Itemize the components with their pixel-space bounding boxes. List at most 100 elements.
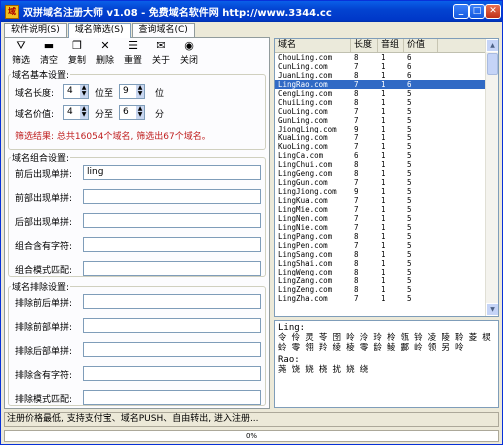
exclude-field-input[interactable] xyxy=(83,366,261,381)
exclude-field-input[interactable] xyxy=(83,342,261,357)
toolbar-button-2[interactable]: ❐ 复制 xyxy=(65,40,89,67)
table-cell: 1 xyxy=(381,106,386,116)
table-row[interactable]: ChouLing.com 8 1 6 xyxy=(275,53,498,62)
table-cell: 1 xyxy=(381,142,386,152)
table-row[interactable]: CengLing.com 8 1 5 xyxy=(275,89,498,98)
exclude-field-input[interactable] xyxy=(83,318,261,333)
table-cell: 6 xyxy=(407,70,412,80)
table-cell: 5 xyxy=(407,294,412,304)
table-cell: 7 xyxy=(354,61,359,71)
table-cell: 7 xyxy=(354,196,359,205)
table-cell: 6 xyxy=(354,151,359,161)
status-text[interactable]: 注册价格最低, 支持支付宝、域名PUSH、自由转出, 进入注册... xyxy=(7,414,259,424)
table-cell: 5 xyxy=(407,258,412,268)
table-cell: 8 xyxy=(354,258,359,268)
table-row[interactable]: LingWeng.com 8 1 5 xyxy=(275,268,498,277)
table-cell: 5 xyxy=(407,285,412,295)
table-cell: LingGeng.com xyxy=(278,169,333,179)
table-cell: 8 xyxy=(354,88,359,98)
tab-filter[interactable]: 域名筛选(S) xyxy=(67,23,131,38)
title-bar[interactable]: 域 双拼域名注册大师 v1.08 - 免费域名软件网 http://www.33… xyxy=(1,1,502,22)
column-header-value[interactable]: 价值 xyxy=(404,39,438,52)
table-row[interactable]: LingChui.com 8 1 5 xyxy=(275,160,498,169)
table-row[interactable]: LingMie.com 7 1 5 xyxy=(275,205,498,214)
scroll-down-arrow-icon[interactable]: ▼ xyxy=(486,303,498,316)
table-cell: CengLing.com xyxy=(278,88,333,98)
table-row[interactable]: CunLing.com 7 1 6 xyxy=(275,62,498,71)
column-header-domain[interactable]: 域名 xyxy=(275,39,351,52)
combo-field-label: 组合模式匹配: xyxy=(15,266,73,276)
column-header-length[interactable]: 长度 xyxy=(351,39,378,52)
tab-query[interactable]: 查询域名(C) xyxy=(131,23,195,37)
table-row[interactable]: LingShai.com 8 1 5 xyxy=(275,259,498,268)
table-cell: 1 xyxy=(381,124,386,134)
table-row[interactable]: KuaLing.com 7 1 5 xyxy=(275,133,498,142)
combo-field-label: 前后出现单拼: xyxy=(15,170,73,180)
domain-list-scrollbar[interactable]: ▲ ▼ xyxy=(485,39,498,316)
combo-field-input[interactable]: ling xyxy=(83,165,261,180)
reset-icon: ☰ xyxy=(128,39,138,52)
table-row[interactable]: LingNen.com 7 1 5 xyxy=(275,214,498,223)
column-header-group[interactable]: 音组 xyxy=(378,39,404,52)
domain-list[interactable]: 域名 长度 音组 价值 ChouLing.com 8 1 6 CunLing.com 7 1… xyxy=(274,38,499,317)
table-row[interactable]: KuoLing.com 7 1 5 xyxy=(275,142,498,151)
combo-field-input[interactable] xyxy=(83,213,261,228)
table-cell: 7 xyxy=(354,240,359,250)
length-unit: 位 xyxy=(155,89,165,99)
table-row[interactable]: LingZeng.com 8 1 5 xyxy=(275,285,498,294)
pinyin-info-box[interactable]: Ling: 令 伶 灵 苓 囹 呤 泠 玲 柃 瓴 铃 凌 陵 聆 菱 棂 蛉 … xyxy=(274,320,499,408)
table-row[interactable]: LingZang.com 8 1 5 xyxy=(275,276,498,285)
table-row[interactable]: LingZha.com 7 1 5 xyxy=(275,294,498,303)
exclude-field-input[interactable] xyxy=(83,390,261,405)
table-row[interactable]: LingGeng.com 8 1 5 xyxy=(275,169,498,178)
length-to-label: 位至 xyxy=(95,89,114,99)
table-row[interactable]: LingRao.com 7 1 6 xyxy=(275,79,498,89)
combo-field-input[interactable] xyxy=(83,189,261,204)
status-bar[interactable]: 注册价格最低, 支持支付宝、域名PUSH、自由转出, 进入注册... xyxy=(4,412,499,427)
table-row[interactable]: LingCa.com 6 1 5 xyxy=(275,151,498,160)
table-cell: LingNen.com xyxy=(278,213,328,223)
maximize-button[interactable]: □ xyxy=(469,4,485,19)
minimize-button[interactable]: _ xyxy=(453,4,469,19)
length-to-spinner[interactable]: 9 ▲ ▼ xyxy=(119,84,145,99)
table-cell: 1 xyxy=(381,267,386,277)
scroll-up-arrow-icon[interactable]: ▲ xyxy=(486,39,498,52)
table-cell: 8 xyxy=(354,267,359,277)
toolbar-button-5[interactable]: ✉ 关于 xyxy=(149,40,173,67)
table-cell: 8 xyxy=(354,53,359,62)
table-row[interactable]: LingNie.com 7 1 5 xyxy=(275,223,498,232)
table-cell: 8 xyxy=(354,276,359,286)
app-icon: 域 xyxy=(5,4,19,19)
table-cell: LingChui.com xyxy=(278,160,333,170)
table-cell: 5 xyxy=(407,124,412,134)
table-row[interactable]: LingPen.com 7 1 5 xyxy=(275,241,498,250)
table-row[interactable]: ChuiLing.com 8 1 5 xyxy=(275,98,498,107)
table-row[interactable]: CuoLing.com 7 1 5 xyxy=(275,107,498,116)
toolbar-button-0[interactable]: ⛛ 筛选 xyxy=(9,40,33,67)
toolbar-button-3[interactable]: ✕ 删除 xyxy=(93,39,117,67)
tab-help[interactable]: 软件说明(S) xyxy=(4,23,67,37)
price-to-spinner[interactable]: 6 ▲ ▼ xyxy=(119,105,145,120)
price-from-spinner[interactable]: 4 ▲ ▼ xyxy=(63,105,89,120)
table-row[interactable]: JiongLing.com 9 1 5 xyxy=(275,125,498,134)
table-row[interactable]: LingKua.com 7 1 5 xyxy=(275,196,498,205)
scroll-thumb[interactable] xyxy=(487,53,498,75)
table-row[interactable]: JuanLing.com 8 1 6 xyxy=(275,71,498,80)
toolbar-button-1[interactable]: ▬ 清空 xyxy=(37,40,61,67)
table-row[interactable]: LingSang.com 8 1 5 xyxy=(275,250,498,259)
combo-field-label: 前部出现单拼: xyxy=(15,194,73,204)
combo-field-input[interactable] xyxy=(83,237,261,252)
table-row[interactable]: LingJiong.com 9 1 5 xyxy=(275,187,498,196)
window-title: 双拼域名注册大师 v1.08 - 免费域名软件网 http://www.3344… xyxy=(23,8,332,19)
combo-field-input[interactable] xyxy=(83,261,261,276)
toolbar-button-4[interactable]: ☰ 重置 xyxy=(121,39,145,67)
close-window-button[interactable]: ✕ xyxy=(485,4,501,19)
table-row[interactable]: GunLing.com 7 1 5 xyxy=(275,116,498,125)
table-row[interactable]: LingGun.com 7 1 5 xyxy=(275,178,498,187)
table-row[interactable]: LingPang.com 8 1 5 xyxy=(275,232,498,241)
length-from-spinner[interactable]: 4 ▲ ▼ xyxy=(63,84,89,99)
delete-icon: ✕ xyxy=(100,39,110,52)
toolbar-button-6[interactable]: ◉ 关闭 xyxy=(177,40,201,67)
price-label: 域名价值: xyxy=(15,110,55,120)
exclude-field-input[interactable] xyxy=(83,294,261,309)
